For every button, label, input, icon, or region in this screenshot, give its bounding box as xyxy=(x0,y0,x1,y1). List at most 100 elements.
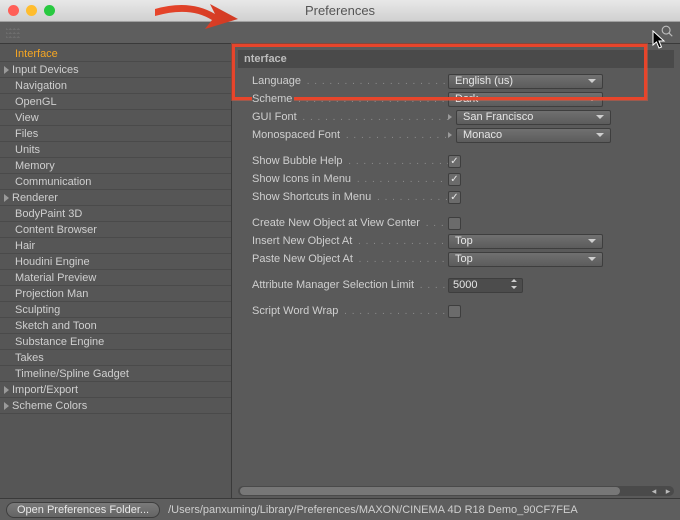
sidebar-item-sketch-and-toon[interactable]: Sketch and Toon xyxy=(0,318,231,334)
numfield-attr-limit[interactable]: 5000 xyxy=(448,278,523,293)
spacer xyxy=(4,290,12,298)
sidebar-item-units[interactable]: Units xyxy=(0,142,231,158)
expand-triangle-icon xyxy=(4,194,9,202)
scrollbar-thumb[interactable] xyxy=(240,487,620,495)
sidebar-item-label: Sculpting xyxy=(15,304,60,316)
spacer xyxy=(4,114,12,122)
sidebar-item-renderer[interactable]: Renderer xyxy=(0,190,231,206)
dropdown-mono-font-value: Monaco xyxy=(463,129,502,141)
row-create-center: Create New Object at View Center xyxy=(238,214,674,232)
sidebar-item-label: Interface xyxy=(15,48,58,60)
dropdown-insert-at[interactable]: Top xyxy=(448,234,603,249)
panel-header: nterface xyxy=(238,50,674,68)
sidebar-item-timeline-spline-gadget[interactable]: Timeline/Spline Gadget xyxy=(0,366,231,382)
expand-triangle-icon xyxy=(4,66,9,74)
spinner-icon[interactable] xyxy=(510,279,518,292)
row-shortcuts-menu: Show Shortcuts in Menu ✓ xyxy=(238,188,674,206)
footer: Open Preferences Folder... /Users/panxum… xyxy=(0,498,680,520)
chevron-down-icon xyxy=(588,79,596,83)
spacer xyxy=(4,322,12,330)
sidebar-item-input-devices[interactable]: Input Devices xyxy=(0,62,231,78)
sidebar-item-label: Memory xyxy=(15,160,55,172)
sidebar-item-opengl[interactable]: OpenGL xyxy=(0,94,231,110)
spacer xyxy=(4,98,12,106)
spacer xyxy=(4,50,12,58)
sidebar-item-label: Hair xyxy=(15,240,35,252)
minimize-window-button[interactable] xyxy=(26,5,37,16)
sidebar-item-label: BodyPaint 3D xyxy=(15,208,82,220)
dropdown-gui-font-value: San Francisco xyxy=(463,111,533,123)
label-icons-menu: Show Icons in Menu xyxy=(252,173,353,185)
label-insert-at: Insert New Object At xyxy=(252,235,354,247)
sidebar-item-houdini-engine[interactable]: Houdini Engine xyxy=(0,254,231,270)
chevron-down-icon xyxy=(596,133,604,137)
checkbox-bubble-help[interactable]: ✓ xyxy=(448,155,461,168)
grip-icon xyxy=(6,26,20,40)
row-attr-limit: Attribute Manager Selection Limit 5000 xyxy=(238,276,674,294)
open-prefs-folder-button[interactable]: Open Preferences Folder... xyxy=(6,502,160,518)
sidebar-item-scheme-colors[interactable]: Scheme Colors xyxy=(0,398,231,414)
label-shortcuts-menu: Show Shortcuts in Menu xyxy=(252,191,373,203)
sidebar-item-label: Navigation xyxy=(15,80,67,92)
dropdown-mono-font[interactable]: Monaco xyxy=(456,128,611,143)
sidebar-item-projection-man[interactable]: Projection Man xyxy=(0,286,231,302)
dropdown-scheme[interactable]: Dark xyxy=(448,92,603,107)
sidebar-item-label: Input Devices xyxy=(12,64,79,76)
sidebar-item-navigation[interactable]: Navigation xyxy=(0,78,231,94)
dropdown-language-value: English (us) xyxy=(455,75,513,87)
chevron-down-icon xyxy=(588,97,596,101)
sidebar-item-material-preview[interactable]: Material Preview xyxy=(0,270,231,286)
sidebar-item-files[interactable]: Files xyxy=(0,126,231,142)
row-mono-font: Monospaced Font Monaco xyxy=(238,126,674,144)
sidebar-item-communication[interactable]: Communication xyxy=(0,174,231,190)
chevron-right-icon xyxy=(448,132,452,138)
spacer xyxy=(4,162,12,170)
row-paste-at: Paste New Object At Top xyxy=(238,250,674,268)
sidebar-item-label: Sketch and Toon xyxy=(15,320,97,332)
sidebar-item-label: Files xyxy=(15,128,38,140)
close-window-button[interactable] xyxy=(8,5,19,16)
dropdown-insert-at-value: Top xyxy=(455,235,473,247)
sidebar-item-substance-engine[interactable]: Substance Engine xyxy=(0,334,231,350)
sidebar-item-sculpting[interactable]: Sculpting xyxy=(0,302,231,318)
sidebar-item-bodypaint-3d[interactable]: BodyPaint 3D xyxy=(0,206,231,222)
sidebar-item-label: Material Preview xyxy=(15,272,96,284)
numfield-attr-limit-value: 5000 xyxy=(453,279,477,291)
dropdown-paste-at[interactable]: Top xyxy=(448,252,603,267)
zoom-window-button[interactable] xyxy=(44,5,55,16)
spacer xyxy=(4,226,12,234)
spacer xyxy=(4,306,12,314)
spacer xyxy=(4,130,12,138)
settings-pane: nterface Language English (us) Scheme Da… xyxy=(232,44,680,498)
spacer xyxy=(4,338,12,346)
sidebar-item-content-browser[interactable]: Content Browser xyxy=(0,222,231,238)
scroll-right-icon[interactable]: ▸ xyxy=(662,486,674,496)
row-gui-font: GUI Font San Francisco xyxy=(238,108,674,126)
sidebar-item-view[interactable]: View xyxy=(0,110,231,126)
spacer xyxy=(4,242,12,250)
dropdown-language[interactable]: English (us) xyxy=(448,74,603,89)
dropdown-scheme-value: Dark xyxy=(455,93,478,105)
sidebar-item-memory[interactable]: Memory xyxy=(0,158,231,174)
sidebar-item-hair[interactable]: Hair xyxy=(0,238,231,254)
checkbox-script-wrap[interactable] xyxy=(448,305,461,318)
label-script-wrap: Script Word Wrap xyxy=(252,305,340,317)
sidebar-item-import-export[interactable]: Import/Export xyxy=(0,382,231,398)
horizontal-scrollbar[interactable]: ◂ ▸ xyxy=(238,486,674,496)
label-gui-font: GUI Font xyxy=(252,111,299,123)
sidebar-item-interface[interactable]: Interface xyxy=(0,46,231,62)
sidebar-item-label: Substance Engine xyxy=(15,336,104,348)
label-bubble-help: Show Bubble Help xyxy=(252,155,345,167)
chevron-down-icon xyxy=(588,239,596,243)
search-icon[interactable] xyxy=(660,24,674,41)
checkbox-create-center[interactable] xyxy=(448,217,461,230)
row-insert-at: Insert New Object At Top xyxy=(238,232,674,250)
dropdown-gui-font[interactable]: San Francisco xyxy=(456,110,611,125)
chevron-right-icon xyxy=(448,114,452,120)
label-mono-font: Monospaced Font xyxy=(252,129,342,141)
sidebar-item-takes[interactable]: Takes xyxy=(0,350,231,366)
checkbox-shortcuts-menu[interactable]: ✓ xyxy=(448,191,461,204)
sidebar: Interface Input Devices Navigation OpenGLVi… xyxy=(0,44,232,498)
checkbox-icons-menu[interactable]: ✓ xyxy=(448,173,461,186)
scroll-left-icon[interactable]: ◂ xyxy=(648,486,660,496)
